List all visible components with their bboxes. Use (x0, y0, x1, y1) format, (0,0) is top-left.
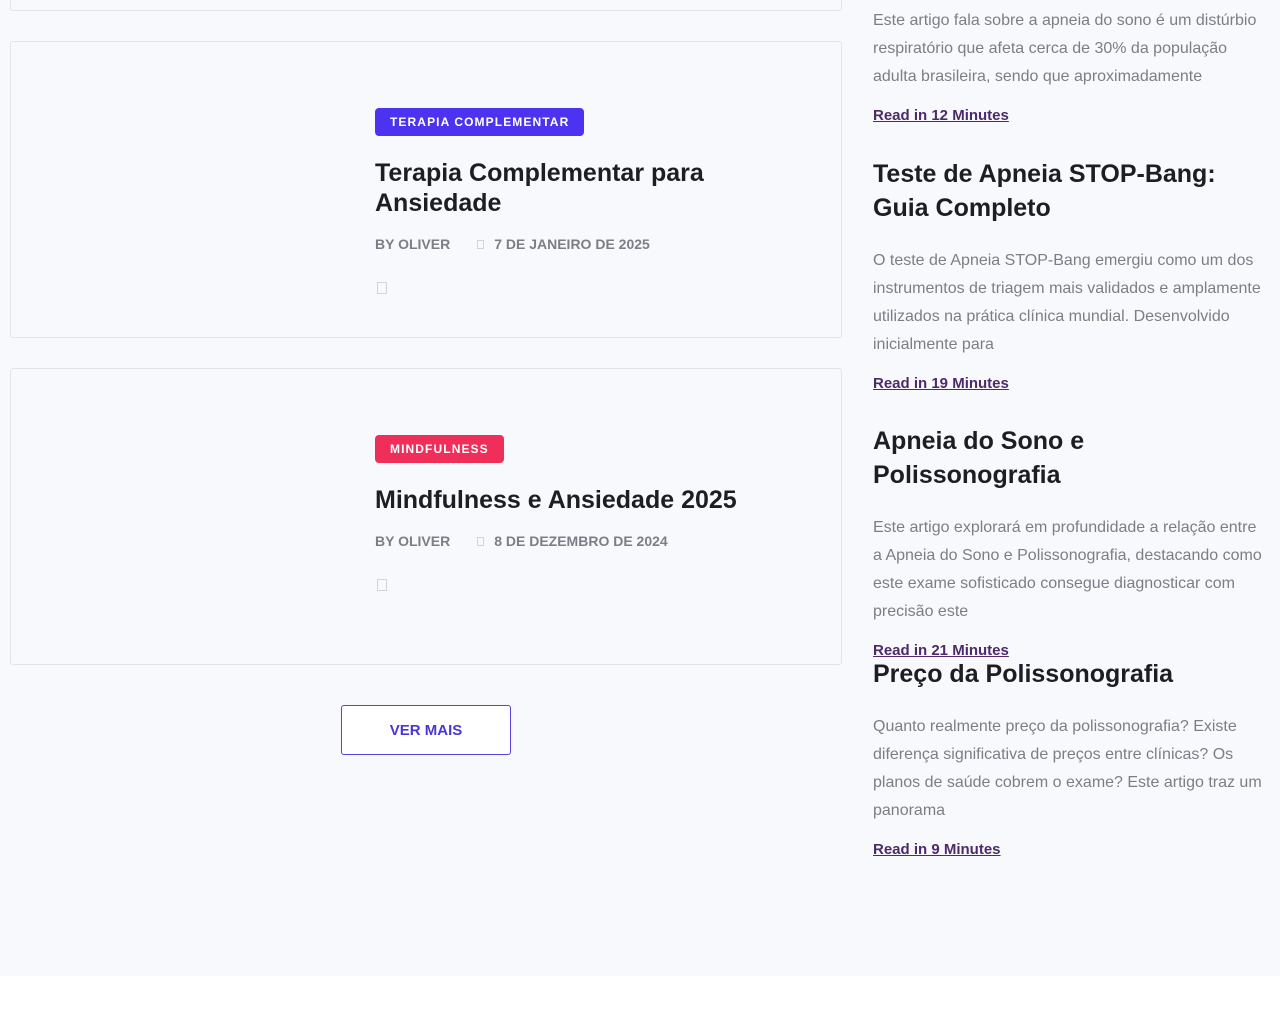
article-excerpt: Este artigo fala sobre a apneia do sono … (873, 12, 1257, 85)
post-meta: BY OLIVER 7 DE JANEIRO DE 2025 (375, 236, 831, 252)
read-time-link[interactable]: Read in 9 Minutes (873, 841, 1001, 858)
sidebar-article: Este artigo fala sobre a apneia do sono … (873, 7, 1268, 125)
article-title[interactable]: Preço da Polissonografia (873, 657, 1268, 691)
article-excerpt: O teste de Apneia STOP-Bang emergiu como… (873, 252, 1261, 353)
sidebar-article: Preço da Polissonografia Quanto realment… (873, 657, 1268, 859)
sidebar-article: Apneia do Sono e Polissonografia Este ar… (873, 424, 1268, 660)
post-card-body: MINDFULNESS Mindfulness e Ansiedade 2025… (375, 435, 831, 591)
post-meta: BY OLIVER 8 DE DEZEMBRO DE 2024 (375, 533, 831, 549)
comment-icon[interactable] (377, 282, 387, 294)
article-excerpt: Este artigo explorará em profundidade a … (873, 519, 1262, 620)
read-time-link[interactable]: Read in 19 Minutes (873, 375, 1009, 392)
post-card-body: TERAPIA COMPLEMENTAR Terapia Complementa… (375, 108, 831, 294)
article-excerpt: Quanto realmente preço da polissonografi… (873, 718, 1262, 819)
post-card[interactable]: TERAPIA COMPLEMENTAR Terapia Complementa… (10, 41, 842, 338)
category-badge[interactable]: TERAPIA COMPLEMENTAR (375, 108, 585, 136)
post-author[interactable]: BY OLIVER (375, 533, 450, 549)
post-card-partial (10, 0, 842, 11)
post-title[interactable]: Terapia Complementar para Ansiedade (375, 158, 831, 218)
read-time-link[interactable]: Read in 12 Minutes (873, 107, 1009, 124)
article-title[interactable]: Teste de Apneia STOP-Bang: Guia Completo (873, 157, 1268, 225)
sidebar-article: Teste de Apneia STOP-Bang: Guia Completo… (873, 157, 1268, 393)
post-card[interactable]: MINDFULNESS Mindfulness e Ansiedade 2025… (10, 368, 842, 665)
calendar-icon (477, 536, 485, 546)
load-more-button[interactable]: VER MAIS (341, 705, 511, 755)
article-title[interactable]: Apneia do Sono e Polissonografia (873, 424, 1268, 492)
category-badge[interactable]: MINDFULNESS (375, 435, 504, 463)
post-author[interactable]: BY OLIVER (375, 236, 450, 252)
comment-icon[interactable] (377, 579, 387, 591)
post-date: 8 DE DEZEMBRO DE 2024 (494, 533, 668, 549)
calendar-icon (477, 239, 485, 249)
post-date: 7 DE JANEIRO DE 2025 (494, 236, 650, 252)
post-title[interactable]: Mindfulness e Ansiedade 2025 (375, 485, 831, 515)
